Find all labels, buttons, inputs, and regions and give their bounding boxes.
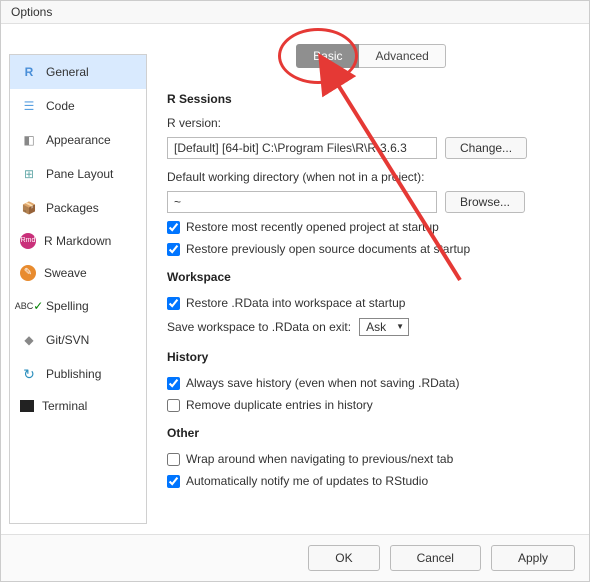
restore-project-checkbox[interactable]	[167, 221, 180, 234]
packages-icon: 📦	[20, 199, 38, 217]
sidebar-item-label: Appearance	[46, 133, 111, 147]
notify-label: Automatically notify me of updates to RS…	[186, 474, 428, 488]
sidebar-item-code[interactable]: ☰ Code	[10, 89, 146, 123]
appearance-icon: ◧	[20, 131, 38, 149]
save-workspace-label: Save workspace to .RData on exit:	[167, 320, 351, 334]
tab-basic[interactable]: Basic	[296, 44, 359, 68]
restore-docs-label: Restore previously open source documents…	[186, 242, 470, 256]
sidebar-item-label: Git/SVN	[46, 333, 89, 347]
footer: OK Cancel Apply	[1, 534, 589, 581]
wrap-checkbox[interactable]	[167, 453, 180, 466]
sidebar-item-label: Code	[46, 99, 75, 113]
sidebar-item-label: Sweave	[44, 266, 87, 280]
window-title: Options	[1, 1, 589, 24]
sidebar-item-publishing[interactable]: ↻ Publishing	[10, 357, 146, 391]
sidebar-item-sweave[interactable]: ✎ Sweave	[10, 257, 146, 289]
wrap-label: Wrap around when navigating to previous/…	[186, 452, 453, 466]
sidebar-item-label: General	[46, 65, 89, 79]
always-save-history-label: Always save history (even when not savin…	[186, 376, 459, 390]
wd-input[interactable]	[167, 191, 437, 213]
r-version-label: R version:	[167, 116, 575, 130]
sidebar-item-label: Pane Layout	[46, 167, 113, 181]
browse-button[interactable]: Browse...	[445, 191, 525, 213]
sidebar-item-label: Spelling	[46, 299, 89, 313]
section-rsessions-title: R Sessions	[167, 92, 575, 106]
terminal-icon	[20, 400, 34, 412]
wd-label: Default working directory (when not in a…	[167, 170, 575, 184]
sidebar-item-label: Terminal	[42, 399, 87, 413]
sidebar: R General ☰ Code ◧ Appearance ⊞ Pane Lay…	[9, 54, 147, 524]
section-workspace-title: Workspace	[167, 270, 575, 284]
sidebar-item-label: R Markdown	[44, 234, 111, 248]
sidebar-item-terminal[interactable]: Terminal	[10, 391, 146, 421]
sidebar-item-rmarkdown[interactable]: Rmd R Markdown	[10, 225, 146, 257]
section-other-title: Other	[167, 426, 575, 440]
sidebar-item-general[interactable]: R General	[10, 55, 146, 89]
publishing-icon: ↻	[20, 365, 38, 383]
tabs: Basic Advanced	[167, 44, 575, 68]
section-history-title: History	[167, 350, 575, 364]
sidebar-item-label: Publishing	[46, 367, 101, 381]
sweave-icon: ✎	[20, 265, 36, 281]
code-icon: ☰	[20, 97, 38, 115]
sidebar-item-pane-layout[interactable]: ⊞ Pane Layout	[10, 157, 146, 191]
tab-advanced[interactable]: Advanced	[359, 44, 445, 68]
restore-rdata-checkbox[interactable]	[167, 297, 180, 310]
remove-dupes-label: Remove duplicate entries in history	[186, 398, 373, 412]
ok-button[interactable]: OK	[308, 545, 379, 571]
change-button[interactable]: Change...	[445, 137, 527, 159]
restore-project-label: Restore most recently opened project at …	[186, 220, 439, 234]
r-version-input[interactable]	[167, 137, 437, 159]
window-body: R General ☰ Code ◧ Appearance ⊞ Pane Lay…	[1, 24, 589, 534]
rmarkdown-icon: Rmd	[20, 233, 36, 249]
sidebar-item-packages[interactable]: 📦 Packages	[10, 191, 146, 225]
sidebar-item-spelling[interactable]: ABC✓ Spelling	[10, 289, 146, 323]
cancel-button[interactable]: Cancel	[390, 545, 481, 571]
remove-dupes-checkbox[interactable]	[167, 399, 180, 412]
always-save-history-checkbox[interactable]	[167, 377, 180, 390]
notify-checkbox[interactable]	[167, 475, 180, 488]
main-panel: Basic Advanced R Sessions R version: Cha…	[147, 24, 589, 534]
save-workspace-value: Ask	[366, 320, 386, 334]
sidebar-item-git[interactable]: ◆ Git/SVN	[10, 323, 146, 357]
git-icon: ◆	[20, 331, 38, 349]
save-workspace-select[interactable]: Ask	[359, 318, 409, 336]
restore-rdata-label: Restore .RData into workspace at startup	[186, 296, 405, 310]
spelling-icon: ABC✓	[20, 297, 38, 315]
pane-icon: ⊞	[20, 165, 38, 183]
apply-button[interactable]: Apply	[491, 545, 575, 571]
options-window: Options R General ☰ Code ◧ Appearance ⊞ …	[0, 0, 590, 582]
restore-docs-checkbox[interactable]	[167, 243, 180, 256]
sidebar-item-appearance[interactable]: ◧ Appearance	[10, 123, 146, 157]
r-icon: R	[20, 63, 38, 81]
sidebar-item-label: Packages	[46, 201, 99, 215]
